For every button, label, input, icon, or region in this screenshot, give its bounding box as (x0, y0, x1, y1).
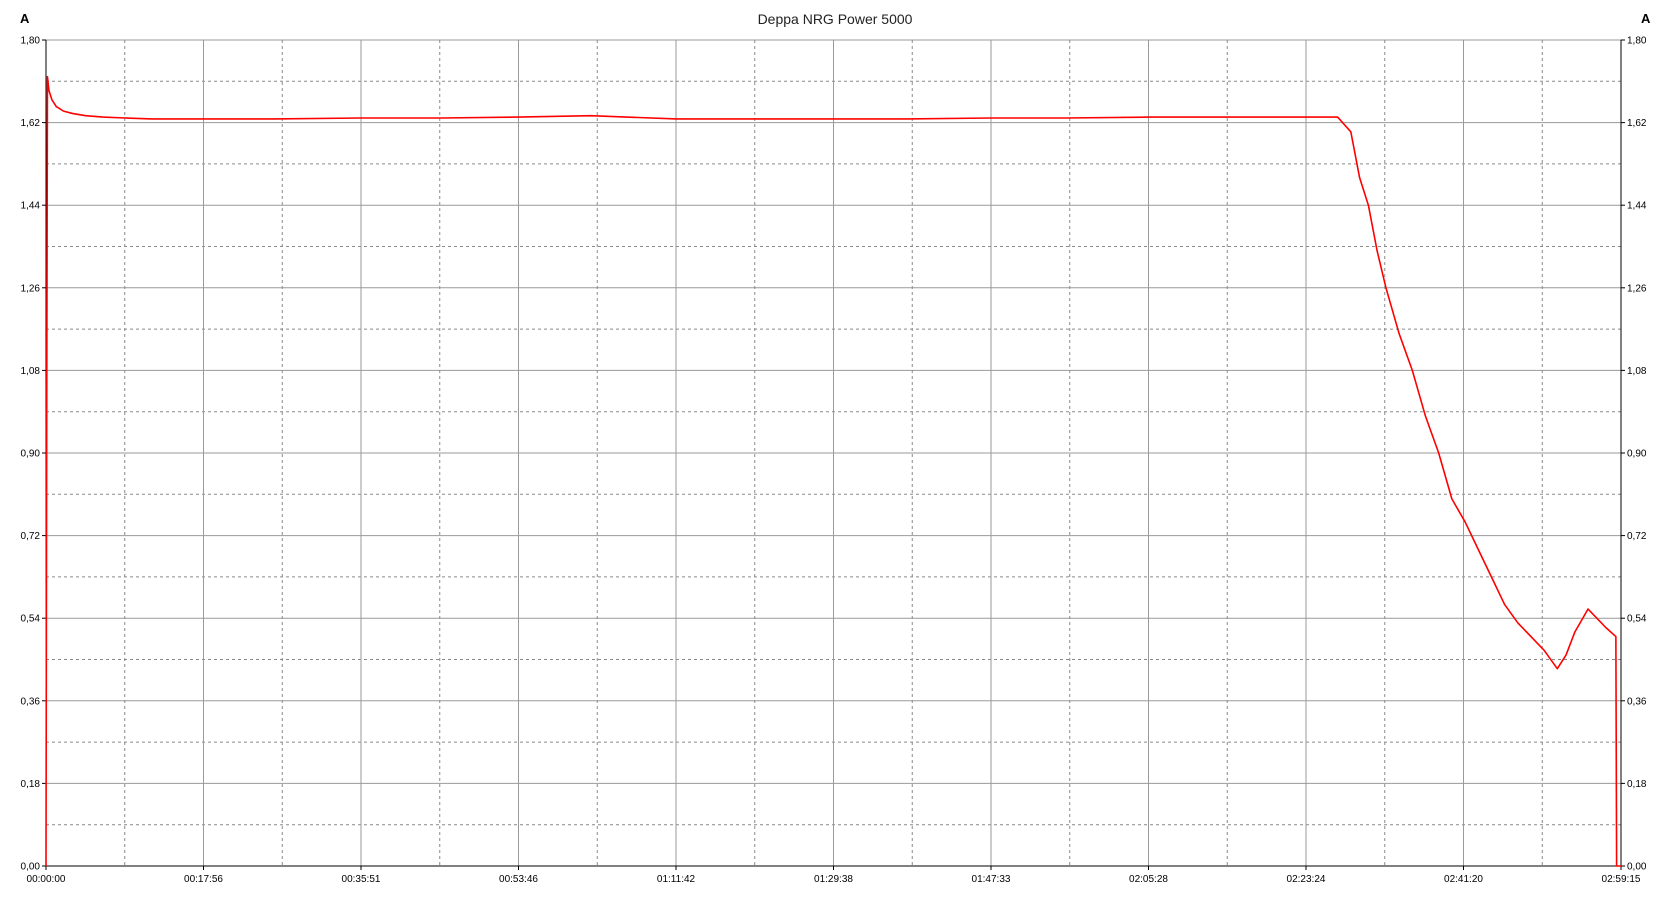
line-chart: 0,00 0,00 0,18 0,18 0,36 0,36 0,54 0,54 0,72 0,72… (21, 36, 1647, 886)
y-tick-label-left: 1,44 (21, 201, 41, 212)
y-tick-label-right: 1,62 (1627, 118, 1647, 129)
y-tick-label-left: 1,80 (21, 36, 41, 47)
y-tick-label-left: 1,62 (21, 118, 41, 129)
y-tick-label-right: 0,54 (1627, 614, 1647, 625)
y-tick-label-left: 0,90 (21, 449, 41, 460)
x-tick-label: 00:00:00 (27, 874, 66, 885)
y-tick-label-right: 0,18 (1627, 779, 1647, 790)
y-tick-label-right: 1,26 (1627, 283, 1647, 294)
y-tick-label-left: 0,18 (21, 779, 41, 790)
y-tick-label-left: 1,08 (21, 366, 41, 377)
y-tick-label-right: 0,36 (1627, 696, 1647, 707)
y-tick-label-left: 0,72 (21, 531, 41, 542)
x-tick-label: 00:17:56 (184, 874, 223, 885)
x-tick-label: 02:23:24 (1287, 874, 1326, 885)
x-tick-label: 02:59:15 (1602, 874, 1641, 885)
y-tick-label-right: 0,72 (1627, 531, 1647, 542)
y-tick-label-right: 1,08 (1627, 366, 1647, 377)
y-tick-label-right: 0,00 (1627, 862, 1647, 873)
x-tick-label: 01:11:42 (657, 874, 696, 885)
y-tick-label-right: 1,80 (1627, 36, 1647, 47)
x-tick-label: 02:05:28 (1129, 874, 1168, 885)
y-tick-label-left: 1,26 (21, 283, 41, 294)
x-tick-label: 02:41:20 (1444, 874, 1483, 885)
grid (45, 39, 1622, 867)
y-tick-label-right: 0,90 (1627, 449, 1647, 460)
y-tick-label-left: 0,54 (21, 614, 41, 625)
y-tick-label-left: 0,36 (21, 696, 41, 707)
y-tick-label-right: 1,44 (1627, 201, 1647, 212)
y-tick-label-left: 0,00 (21, 862, 41, 873)
x-tick-label: 00:53:46 (499, 874, 538, 885)
x-tick-label: 01:29:38 (814, 874, 853, 885)
x-tick-label: 01:47:33 (972, 874, 1011, 885)
x-tick-label: 00:35:51 (342, 874, 381, 885)
